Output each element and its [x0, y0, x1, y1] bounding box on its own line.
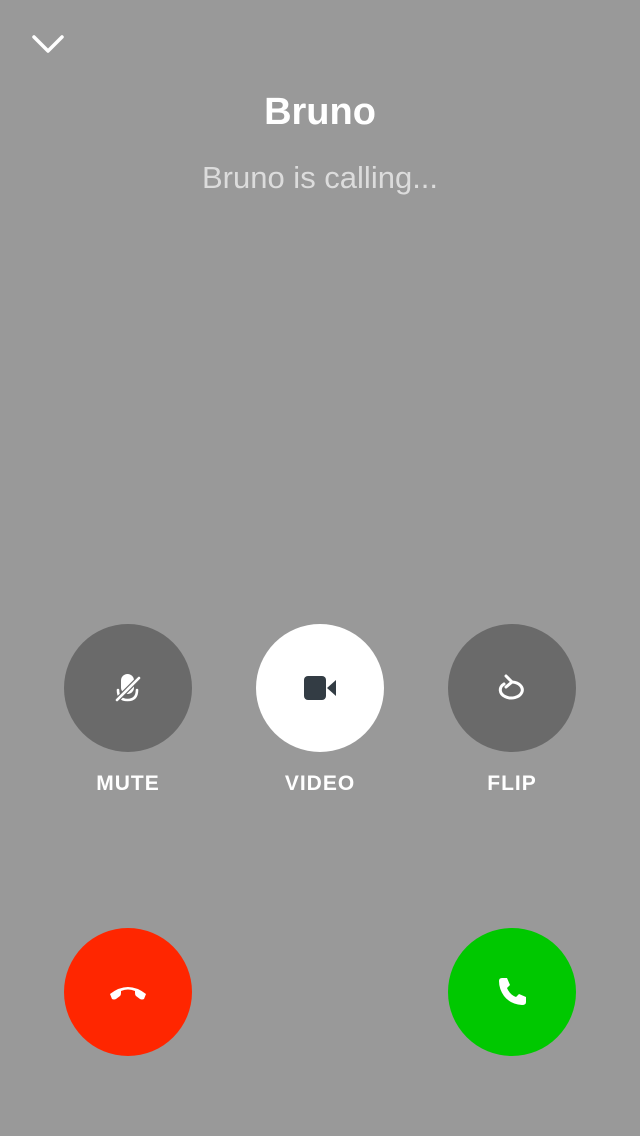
- chevron-down-icon: [32, 35, 64, 53]
- video-button[interactable]: [256, 624, 384, 752]
- flip-button[interactable]: [448, 624, 576, 752]
- flip-label: FLIP: [487, 772, 537, 795]
- decline-call-button[interactable]: [64, 928, 192, 1056]
- mute-label: MUTE: [96, 772, 160, 795]
- phone-hangup-icon: [110, 987, 146, 1000]
- phone-icon: [499, 978, 526, 1005]
- video-label: VIDEO: [284, 772, 356, 795]
- accept-call-button[interactable]: [448, 928, 576, 1056]
- mute-button[interactable]: [64, 624, 192, 752]
- mic-off-icon: [114, 674, 142, 703]
- video-camera-icon: [304, 676, 336, 700]
- mute-control: MUTE: [64, 624, 192, 796]
- collapse-button[interactable]: [24, 22, 72, 66]
- caller-name: Bruno: [264, 91, 376, 133]
- video-control: VIDEO: [256, 624, 384, 796]
- incoming-call-screen: Bruno Bruno is calling... MUTE VIDEO FLI…: [0, 0, 640, 1136]
- flip-camera-icon: [498, 674, 524, 700]
- flip-control: FLIP: [448, 624, 576, 796]
- call-status: Bruno is calling...: [201, 160, 439, 195]
